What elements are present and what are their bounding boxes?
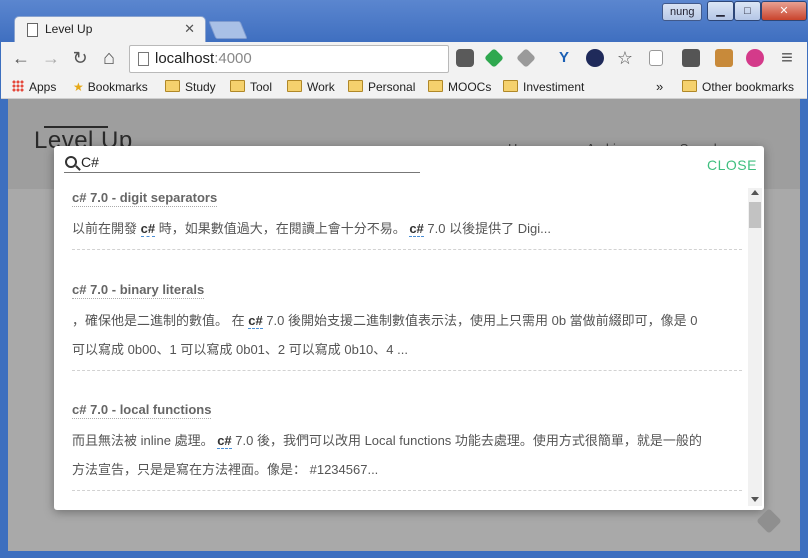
folder-icon (165, 80, 180, 92)
bookmark-study[interactable]: Study (165, 78, 216, 96)
highlight: c# (140, 221, 156, 237)
scroll-up-icon[interactable] (751, 190, 759, 195)
result-divider (72, 249, 742, 250)
bookmark-work[interactable]: Work (287, 78, 335, 96)
folder-icon (682, 80, 697, 92)
results-scrollbar[interactable] (748, 188, 762, 506)
page-icon (27, 23, 38, 37)
maximize-button[interactable]: □ (734, 1, 761, 21)
bookmark-investiment[interactable]: Investiment (503, 78, 584, 96)
speed-dial-icon[interactable] (586, 49, 604, 67)
bookmark-personal[interactable]: Personal (348, 78, 415, 96)
bookmark-tool[interactable]: Tool (230, 78, 272, 96)
bookmark-apps[interactable]: Apps (12, 78, 56, 96)
profile-badge[interactable]: nung (662, 3, 703, 21)
bookmark-other[interactable]: Other bookmarks (682, 78, 794, 96)
home-icon[interactable]: ⌂ (99, 48, 119, 68)
feedly-icon[interactable] (484, 48, 504, 68)
result-title[interactable]: c# 7.0 - digit separators (72, 190, 218, 207)
bookmark-moocs[interactable]: MOOCs (428, 78, 491, 96)
close-button[interactable]: CLOSE (707, 157, 757, 173)
title-bar: nung ▁ □ ✕ Level Up ✕ (0, 0, 808, 43)
feedly-grey-icon[interactable] (516, 48, 536, 68)
window-close-button[interactable]: ✕ (761, 1, 807, 21)
highlight: c# (248, 313, 263, 329)
url-text: localhost:4000 (155, 50, 252, 67)
highlight: c# (409, 221, 424, 237)
result-title[interactable]: c# 7.0 - binary literals (72, 282, 205, 299)
copy-icon[interactable] (649, 50, 663, 66)
page-viewport: Level Up Home Archives Search CLOSE c# 7… (8, 99, 800, 551)
result-divider (72, 490, 742, 491)
bookmarks-bar: Apps ★ Bookmarks Study Tool Work Personal… (1, 76, 807, 99)
result-divider (72, 370, 742, 371)
new-tab-button[interactable] (208, 21, 248, 39)
result-excerpt: 以前在開發 c# 時，如果數值過大，在閱讀上會十分不易。 c# 7.0 以後提供… (72, 221, 551, 237)
bookmarks-overflow-button[interactable]: » (656, 78, 663, 96)
avatar-extension-icon[interactable] (715, 49, 733, 67)
reload-icon[interactable]: ↻ (70, 48, 90, 68)
menu-icon[interactable]: ≡ (777, 48, 797, 68)
address-bar[interactable]: localhost:4000 (129, 45, 449, 73)
folder-icon (287, 80, 302, 92)
folder-icon (348, 80, 363, 92)
color-extension-icon[interactable] (746, 49, 764, 67)
result-excerpt: 而且無法被 inline 處理。 c# 7.0 後，我們可以改用 Local f… (72, 433, 702, 477)
browser-tab[interactable]: Level Up ✕ (14, 16, 206, 43)
tab-title: Level Up (45, 22, 93, 36)
scroll-thumb[interactable] (749, 202, 761, 228)
search-modal: CLOSE c# 7.0 - digit separators 以前在開發 c#… (54, 146, 764, 510)
folder-icon (428, 80, 443, 92)
scroll-down-icon[interactable] (751, 497, 759, 502)
browser-toolbar: ← → ↻ ⌂ localhost:4000 Y ☆ ≡ (1, 42, 807, 77)
back-icon[interactable]: ← (11, 48, 31, 68)
forward-icon[interactable]: → (41, 48, 61, 68)
highlight: c# (217, 433, 232, 449)
apps-icon (12, 80, 24, 92)
feedly-corner-icon[interactable] (756, 508, 782, 534)
result-excerpt: ，確保他是二進制的數值。 在 c# 7.0 後開始支援二進制數值表示法，使用上只… (72, 313, 698, 357)
page-icon (138, 52, 149, 66)
browser-window: nung ▁ □ ✕ Level Up ✕ ← → ↻ ⌂ localhost:… (0, 0, 808, 558)
bookmark-star-icon[interactable]: ☆ (615, 48, 635, 68)
folder-icon (503, 80, 518, 92)
y-extension-icon[interactable]: Y (555, 49, 573, 67)
search-input[interactable] (64, 152, 420, 173)
tab-close-icon[interactable]: ✕ (184, 21, 195, 37)
result-title[interactable]: c# 7.0 - local functions (72, 402, 212, 419)
star-icon: ★ (73, 80, 84, 94)
pocket-icon[interactable] (456, 49, 474, 67)
bookmark-bookmarks[interactable]: ★ Bookmarks (73, 78, 148, 96)
trello-icon[interactable] (682, 49, 700, 67)
minimize-button[interactable]: ▁ (707, 1, 734, 21)
folder-icon (230, 80, 245, 92)
search-results: c# 7.0 - digit separators 以前在開發 c# 時，如果數… (54, 182, 742, 510)
